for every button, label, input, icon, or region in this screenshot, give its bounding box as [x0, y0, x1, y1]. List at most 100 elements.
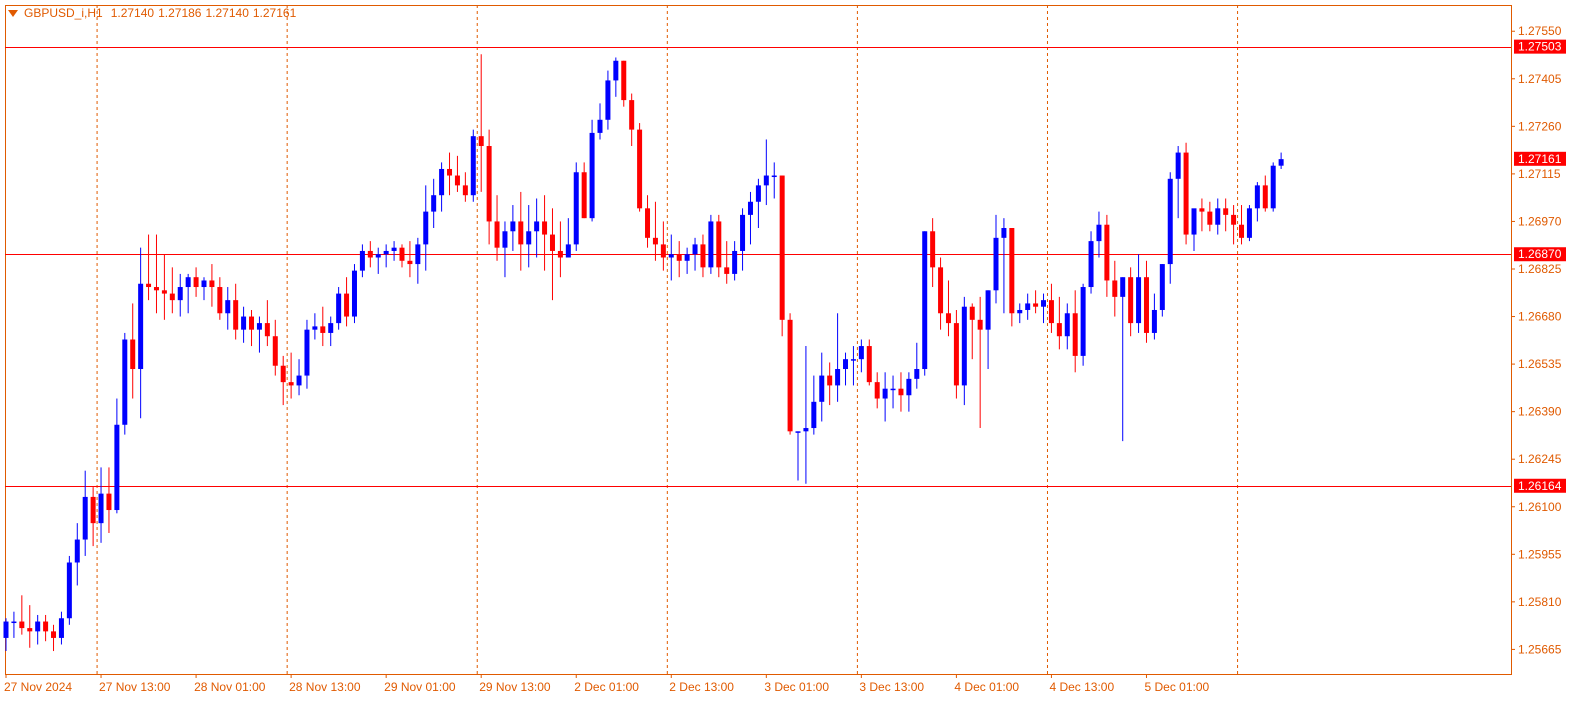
candle-body[interactable]	[233, 300, 239, 330]
candle-body[interactable]	[344, 293, 350, 317]
candle-body[interactable]	[510, 221, 516, 232]
candle-body[interactable]	[629, 100, 635, 130]
candle-body[interactable]	[763, 175, 769, 186]
candle-body[interactable]	[415, 244, 421, 265]
candle-body[interactable]	[447, 168, 453, 176]
candle-body[interactable]	[1017, 309, 1023, 314]
candle-body[interactable]	[304, 329, 310, 376]
candle-body[interactable]	[906, 378, 912, 396]
candle-body[interactable]	[288, 382, 294, 386]
candle-body[interactable]	[114, 424, 120, 511]
candle-body[interactable]	[328, 323, 334, 333]
candle-body[interactable]	[122, 339, 128, 425]
candle-body[interactable]	[296, 375, 302, 386]
candle-body[interactable]	[1151, 309, 1157, 333]
candle-body[interactable]	[201, 280, 207, 288]
candle-body[interactable]	[597, 119, 603, 133]
candle-body[interactable]	[351, 270, 357, 317]
candle-body[interactable]	[549, 234, 555, 251]
candle-body[interactable]	[27, 628, 33, 632]
candle-body[interactable]	[486, 146, 492, 222]
candle-body[interactable]	[938, 267, 944, 314]
candle-body[interactable]	[98, 493, 104, 524]
candle-body[interactable]	[225, 300, 231, 314]
candle-body[interactable]	[51, 631, 57, 638]
candle-body[interactable]	[795, 431, 801, 433]
candle-body[interactable]	[930, 231, 936, 268]
candle-body[interactable]	[1080, 287, 1086, 356]
candle-body[interactable]	[858, 346, 864, 360]
candle-body[interactable]	[272, 336, 278, 366]
candle-body[interactable]	[1183, 152, 1189, 235]
candle-body[interactable]	[1048, 300, 1054, 324]
candle-body[interactable]	[312, 326, 318, 330]
candle-body[interactable]	[161, 290, 167, 294]
candle-body[interactable]	[11, 621, 17, 624]
candle-body[interactable]	[462, 185, 468, 196]
candle-body[interactable]	[1223, 208, 1229, 215]
candle-body[interactable]	[1072, 313, 1078, 356]
candle-body[interactable]	[375, 254, 381, 258]
candle-body[interactable]	[1041, 300, 1047, 307]
candle-body[interactable]	[835, 369, 841, 386]
candle-body[interactable]	[1270, 165, 1276, 209]
candle-body[interactable]	[217, 287, 223, 314]
candle-body[interactable]	[1239, 224, 1245, 238]
candle-body[interactable]	[1167, 178, 1173, 265]
candle-body[interactable]	[439, 168, 445, 196]
candle-body[interactable]	[914, 369, 920, 379]
candle-body[interactable]	[494, 221, 500, 248]
candle-body[interactable]	[1278, 159, 1284, 166]
candle-body[interactable]	[431, 195, 437, 212]
candle-body[interactable]	[890, 388, 896, 391]
candle-body[interactable]	[130, 339, 136, 370]
candle-body[interactable]	[66, 562, 72, 619]
candle-body[interactable]	[90, 496, 96, 524]
candle-body[interactable]	[819, 375, 825, 402]
candle-body[interactable]	[1136, 277, 1142, 324]
candle-body[interactable]	[35, 621, 41, 632]
candle-body[interactable]	[391, 247, 397, 251]
candle-body[interactable]	[1262, 185, 1268, 209]
candle-body[interactable]	[264, 323, 270, 337]
candle-body[interactable]	[1056, 323, 1062, 337]
candle-body[interactable]	[185, 277, 191, 288]
candle-body[interactable]	[336, 293, 342, 324]
candle-body[interactable]	[256, 323, 262, 330]
candle-body[interactable]	[676, 254, 682, 261]
candle-body[interactable]	[605, 80, 611, 120]
candle-body[interactable]	[1254, 185, 1260, 209]
candle-body[interactable]	[953, 323, 959, 386]
candle-body[interactable]	[177, 287, 183, 301]
candle-body[interactable]	[684, 254, 690, 261]
candle-body[interactable]	[1128, 277, 1134, 324]
candle-body[interactable]	[700, 244, 706, 268]
candle-body[interactable]	[153, 287, 159, 291]
candle-body[interactable]	[383, 250, 389, 255]
candle-body[interactable]	[1088, 241, 1094, 288]
candle-body[interactable]	[882, 388, 888, 399]
candle-body[interactable]	[106, 493, 112, 511]
candle-body[interactable]	[1199, 208, 1205, 212]
candle-body[interactable]	[1231, 214, 1237, 225]
candle-body[interactable]	[1143, 277, 1149, 333]
candle-body[interactable]	[993, 237, 999, 291]
candle-body[interactable]	[581, 172, 587, 219]
candle-body[interactable]	[1033, 303, 1039, 307]
candle-body[interactable]	[898, 388, 904, 396]
candle-body[interactable]	[787, 319, 793, 432]
candle-body[interactable]	[969, 306, 975, 320]
candle-body[interactable]	[478, 136, 484, 147]
candle-body[interactable]	[1009, 228, 1015, 314]
candle-body[interactable]	[1207, 211, 1213, 225]
candle-body[interactable]	[985, 290, 991, 330]
candle-body[interactable]	[740, 214, 746, 251]
candle-body[interactable]	[3, 621, 9, 638]
candle-body[interactable]	[652, 237, 658, 245]
candle-body[interactable]	[82, 496, 88, 540]
candle-body[interactable]	[716, 221, 722, 268]
candle-body[interactable]	[526, 231, 532, 245]
candle-body[interactable]	[1120, 277, 1126, 297]
candle-body[interactable]	[779, 175, 785, 320]
candle-body[interactable]	[146, 283, 152, 288]
